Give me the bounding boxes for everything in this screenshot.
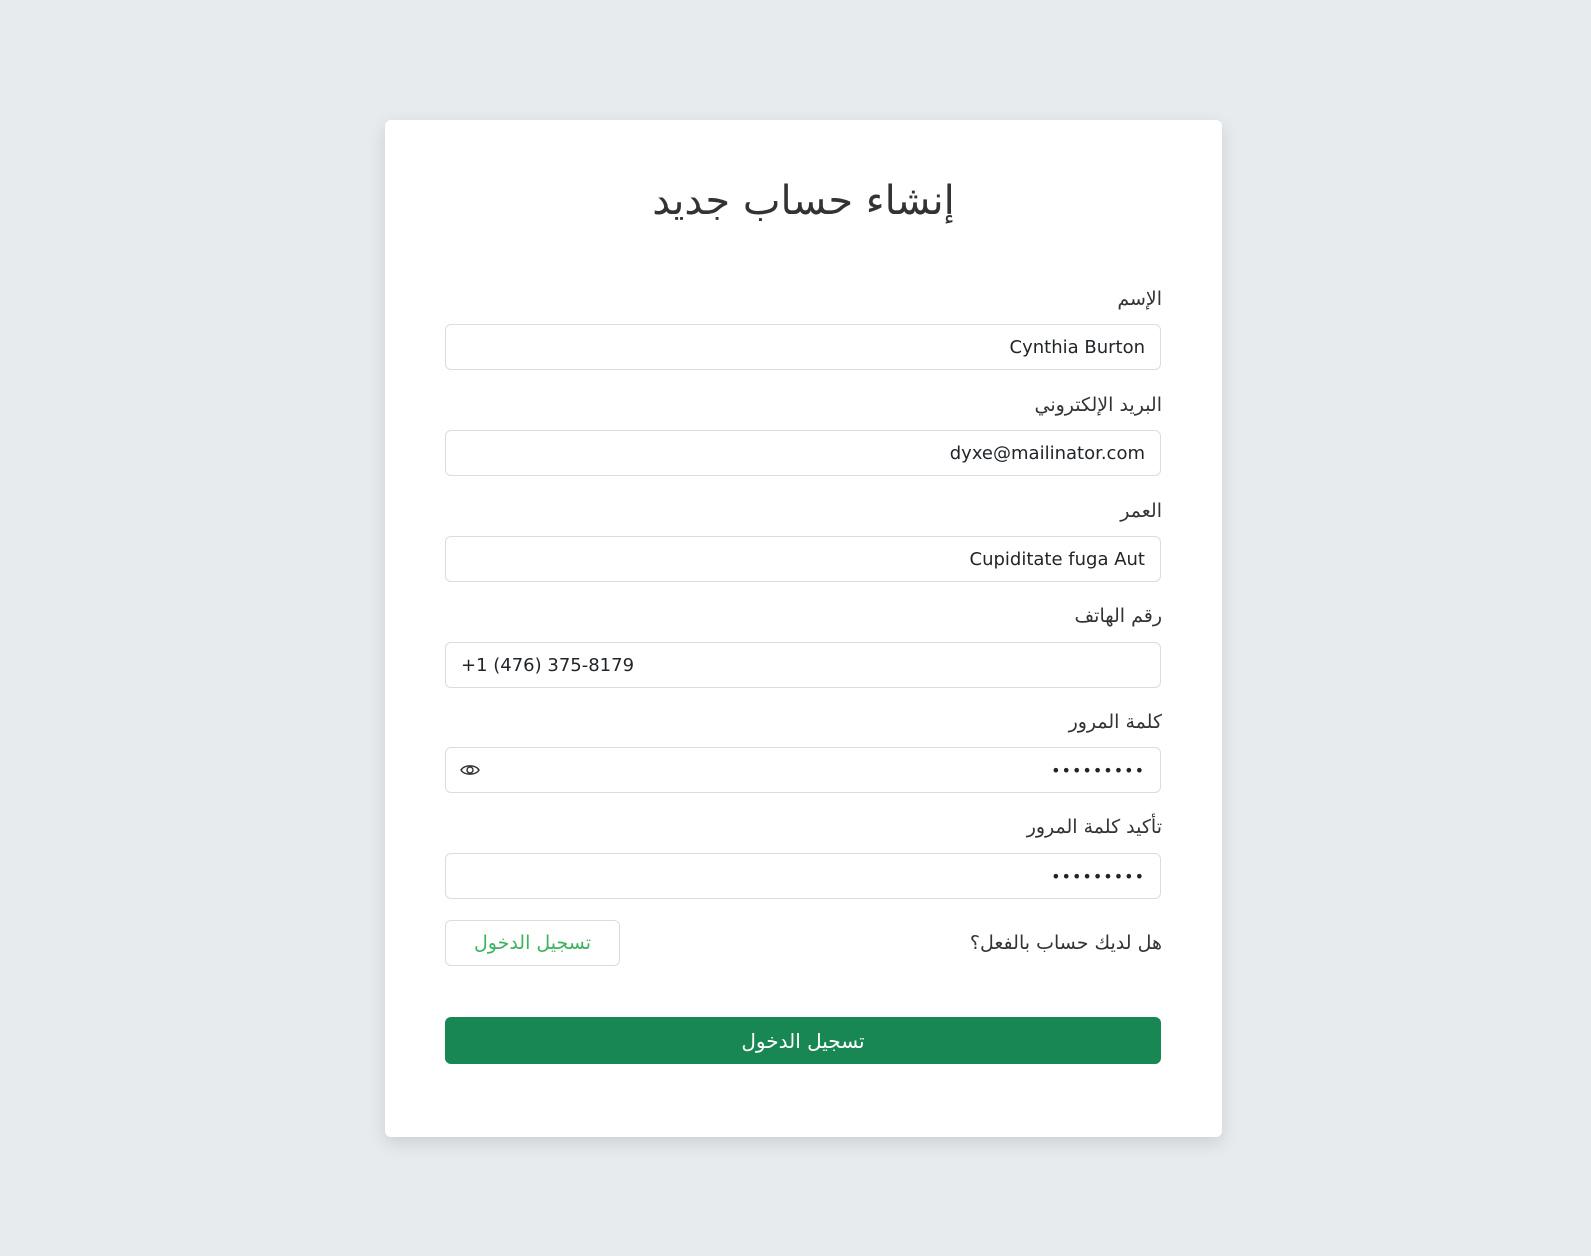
confirm-password-input[interactable]	[445, 853, 1161, 899]
name-label: الإسم	[1117, 288, 1162, 310]
have-account-text: هل لديك حساب بالفعل؟	[969, 932, 1162, 954]
password-input[interactable]	[445, 747, 1161, 793]
age-input[interactable]	[445, 536, 1161, 582]
email-input[interactable]	[445, 430, 1161, 476]
phone-input[interactable]	[445, 642, 1161, 688]
password-label: كلمة المرور	[1068, 711, 1162, 733]
confirm-password-label: تأكيد كلمة المرور	[1026, 816, 1162, 838]
login-link-button[interactable]: تسجيل الدخول	[445, 920, 620, 966]
name-input[interactable]	[445, 324, 1161, 370]
age-label: العمر	[1120, 500, 1162, 522]
eye-icon[interactable]	[458, 758, 482, 782]
phone-label: رقم الهاتف	[1074, 605, 1162, 627]
register-card: إنشاء حساب جديد الإسم البريد الإلكتروني …	[385, 120, 1222, 1137]
submit-button[interactable]: تسجيل الدخول	[445, 1017, 1161, 1064]
page-title: إنشاء حساب جديد	[652, 178, 955, 224]
email-label: البريد الإلكتروني	[1034, 394, 1163, 416]
